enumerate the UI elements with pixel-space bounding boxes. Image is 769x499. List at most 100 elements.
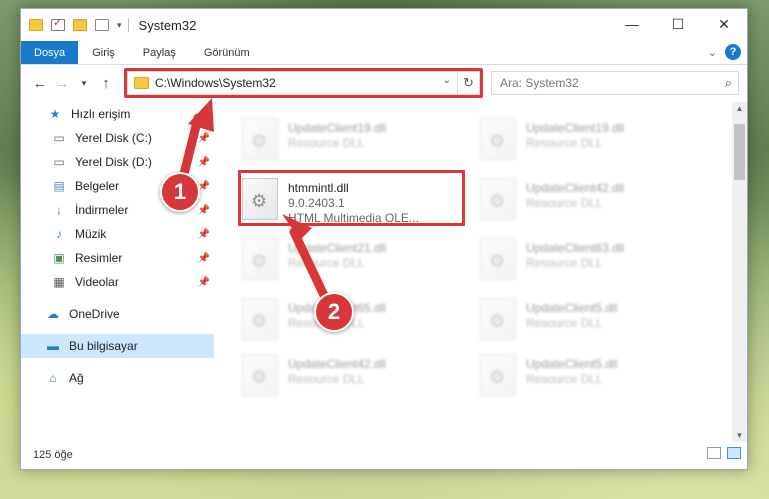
dll-file-icon <box>480 118 516 160</box>
window-title: System32 <box>138 17 197 33</box>
sidebar-item-label: OneDrive <box>69 307 120 321</box>
drive-icon: ▭ <box>53 155 65 169</box>
search-placeholder: Ara: System32 <box>500 76 579 90</box>
file-item[interactable]: UpdateClient63.dll Resource DLL <box>480 238 710 290</box>
pin-icon: 📌 <box>197 204 210 216</box>
cloud-icon: ☁ <box>47 307 59 321</box>
folder-icon <box>29 19 43 31</box>
dll-file-icon <box>480 354 516 396</box>
status-bar: 125 öğe <box>21 441 747 469</box>
qa-dropdown-icon[interactable]: ▾ <box>117 20 122 31</box>
help-icon[interactable]: ? <box>725 44 741 60</box>
file-name: UpdateClient5.dll <box>526 301 618 315</box>
file-type: Resource DLL <box>288 256 365 270</box>
ribbon-tabs: Dosya Giriş Paylaş Görünüm ⌄ ? <box>21 41 747 65</box>
file-name: UpdateClient42.dll <box>526 181 625 195</box>
tab-home[interactable]: Giriş <box>78 41 129 64</box>
vertical-scrollbar[interactable]: ▲ ▼ <box>732 102 747 442</box>
dll-file-icon <box>242 298 278 340</box>
file-name: UpdateClient21.dll <box>288 241 387 255</box>
file-name: UpdateClient42.dll <box>288 357 387 371</box>
title-bar: ▾ System32 — ☐ ✕ <box>21 9 747 41</box>
minimize-button[interactable]: — <box>609 9 655 39</box>
scroll-up-icon[interactable]: ▲ <box>732 104 747 113</box>
sidebar-item-label: Resimler <box>75 251 123 265</box>
file-item[interactable]: UpdateClient19.dll Resource DLL <box>480 118 710 170</box>
sidebar-item-this-pc[interactable]: ▬ Bu bilgisayar <box>21 334 214 358</box>
new-folder-icon[interactable] <box>73 19 87 31</box>
dll-file-icon <box>480 178 516 220</box>
file-highlight <box>238 170 465 226</box>
sidebar-item-videos[interactable]: ▦ Videolar 📌 <box>21 270 214 294</box>
star-icon: ★ <box>49 107 61 121</box>
recent-locations-icon[interactable]: ▾ <box>73 78 95 89</box>
sidebar-item-disk-c[interactable]: ▭ Yerel Disk (C:) 📌 <box>21 126 214 150</box>
pin-icon: 📌 <box>197 252 210 264</box>
pin-icon: 📌 <box>197 132 210 144</box>
tab-view[interactable]: Görünüm <box>190 41 264 64</box>
qa-separator <box>127 18 129 32</box>
sidebar-item-music[interactable]: ♪ Müzik 📌 <box>21 222 214 246</box>
network-icon: ⌂ <box>49 371 57 385</box>
file-type: Resource DLL <box>526 256 603 270</box>
file-type: Resource DLL <box>526 316 603 330</box>
dll-file-icon <box>480 238 516 280</box>
file-name: UpdateClient19.dll <box>526 121 625 135</box>
download-icon: ↓ <box>56 203 62 217</box>
tab-share[interactable]: Paylaş <box>129 41 190 64</box>
scroll-thumb[interactable] <box>734 124 745 180</box>
sidebar-item-disk-d[interactable]: ▭ Yerel Disk (D:) 📌 <box>21 150 214 174</box>
dll-file-icon <box>480 298 516 340</box>
file-name: UpdateClient19.dll <box>288 121 387 135</box>
drive-icon: ▭ <box>53 131 65 145</box>
back-icon[interactable]: ← <box>29 75 51 92</box>
file-item[interactable]: UpdateClient21.dll Resource DLL <box>242 238 472 290</box>
pictures-icon: ▣ <box>53 251 65 265</box>
sidebar-item-label: Ağ <box>69 371 84 385</box>
forward-icon[interactable]: → <box>51 75 73 92</box>
pin-icon: 📌 <box>197 276 210 288</box>
customize-qa-icon[interactable] <box>95 19 109 31</box>
file-item[interactable]: UpdateClient19.dll Resource DLL <box>242 118 472 170</box>
sidebar-item-label: Belgeler <box>75 179 120 193</box>
video-icon: ▦ <box>53 275 65 289</box>
file-item[interactable]: UpdateClient5.dll Resource DLL <box>480 298 710 350</box>
computer-icon: ▬ <box>47 339 59 353</box>
file-name: UpdateClient63.dll <box>526 241 625 255</box>
file-item[interactable]: UpdateClient5.dll Resource DLL <box>480 354 710 406</box>
expand-ribbon-icon[interactable]: ⌄ <box>708 46 717 59</box>
documents-icon: ▤ <box>53 179 65 193</box>
properties-icon[interactable] <box>51 16 65 31</box>
up-icon[interactable]: ↑ <box>95 75 117 92</box>
sidebar-item-quick-access[interactable]: ★ Hızlı erişim <box>21 102 214 126</box>
sidebar-item-pictures[interactable]: ▣ Resimler 📌 <box>21 246 214 270</box>
dll-file-icon <box>242 354 278 396</box>
file-item[interactable]: UpdateClient42.dll Resource DLL <box>242 354 472 406</box>
scroll-down-icon[interactable]: ▼ <box>732 431 747 440</box>
large-icons-view-icon[interactable] <box>727 447 741 459</box>
pin-icon: 📌 <box>197 156 210 168</box>
sidebar-item-label: Hızlı erişim <box>71 107 131 121</box>
file-name: UpdateClient5.dll <box>526 357 618 371</box>
sidebar-item-network[interactable]: ⌂ Ağ <box>21 366 214 390</box>
file-item[interactable]: UpdateClient65.dll Resource DLL <box>242 298 472 350</box>
close-button[interactable]: ✕ <box>701 9 747 39</box>
pin-icon: 📌 <box>197 228 210 240</box>
details-view-icon[interactable] <box>707 447 721 459</box>
tab-file[interactable]: Dosya <box>21 41 79 64</box>
step-2-badge: 2 <box>314 292 354 332</box>
maximize-button[interactable]: ☐ <box>655 9 701 39</box>
sidebar-item-label: Müzik <box>75 227 107 241</box>
search-input[interactable]: Ara: System32 ⌕ <box>491 71 739 95</box>
explorer-window: ▾ System32 — ☐ ✕ Dosya Giriş Paylaş Görü… <box>20 8 748 470</box>
file-item[interactable]: UpdateClient42.dll Resource DLL <box>480 178 710 230</box>
navigation-pane: ★ Hızlı erişim ▭ Yerel Disk (C:) 📌 ▭ Yer… <box>21 102 214 442</box>
sidebar-item-onedrive[interactable]: ☁ OneDrive <box>21 302 214 326</box>
search-icon[interactable]: ⌕ <box>725 75 732 91</box>
navigation-bar: ← → ▾ ↑ C:\Windows\System32 ⌄ ↻ Ara: Sys… <box>21 65 747 101</box>
file-type: Resource DLL <box>288 136 365 150</box>
address-highlight <box>124 68 483 98</box>
file-type: Resource DLL <box>526 196 603 210</box>
file-type: Resource DLL <box>526 372 603 386</box>
dll-file-icon <box>242 238 278 280</box>
